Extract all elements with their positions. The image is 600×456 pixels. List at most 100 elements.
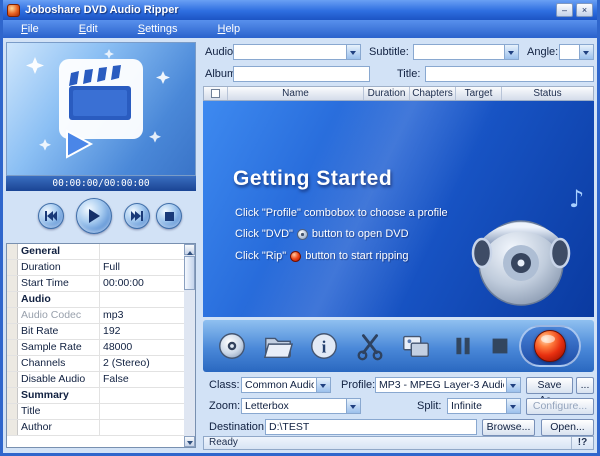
zoom-label: Zoom: [209,398,240,414]
open-button[interactable]: Open... [541,419,594,436]
destination-field[interactable] [265,419,477,435]
row-gutter [7,308,18,323]
title-field[interactable] [425,66,594,82]
stop-button[interactable] [483,329,517,363]
chevron-down-icon[interactable] [579,45,593,59]
chevron-down-icon[interactable] [316,378,330,392]
property-row-audio-codec[interactable]: Audio Codec mp3 [7,308,184,324]
status-help-badge[interactable]: !? [571,437,593,449]
class-combo[interactable]: Common Audio [241,377,331,393]
destination-label: Destination: [209,419,267,435]
title-bar[interactable]: Joboshare DVD Audio Ripper – × [3,0,597,20]
split-combo[interactable]: Infinite [447,398,521,414]
split-combo-value: Infinite [451,400,504,412]
column-header-target[interactable]: Target [456,87,502,100]
scroll-up-icon[interactable] [184,244,195,255]
row-gutter [7,340,18,355]
property-row-disable-audio[interactable]: Disable Audio False [7,372,184,388]
property-row-summary[interactable]: Summary [7,388,184,404]
row-gutter [7,260,18,275]
scrollbar-thumb[interactable] [184,256,195,290]
headphones-illustration: ♪ [455,181,589,309]
row-gutter [7,356,18,371]
column-header-name[interactable]: Name [228,87,364,100]
chevron-down-icon[interactable] [506,378,520,392]
window-title: Joboshare DVD Audio Ripper [25,4,179,16]
album-field[interactable] [233,66,370,82]
save-as-button[interactable]: Save As... [526,377,573,394]
property-value [100,404,184,419]
column-header-status[interactable]: Status [502,87,593,100]
angle-combo[interactable] [559,44,594,60]
menu-edit[interactable]: Edit [79,23,98,35]
audio-combo[interactable] [233,44,361,60]
play-icon [88,209,100,223]
more-button[interactable]: ... [576,377,594,394]
rip-button[interactable] [519,325,581,367]
chevron-down-icon[interactable] [346,399,360,413]
zoom-combo[interactable]: Letterbox [241,398,361,414]
status-bar: Ready !? [203,436,594,450]
property-label: Summary [18,388,100,403]
property-value [100,388,184,403]
open-dvd-button[interactable] [215,329,249,363]
properties-scrollbar[interactable] [184,244,195,447]
close-button[interactable]: × [576,3,593,17]
chevron-down-icon[interactable] [504,45,518,59]
scroll-down-icon[interactable] [184,436,195,447]
property-row-channels[interactable]: Channels 2 (Stereo) [7,356,184,372]
stop-playback-button[interactable] [156,203,182,229]
stop-icon [486,332,514,360]
status-text: Ready [209,437,238,449]
property-row-sample-rate[interactable]: Sample Rate 48000 [7,340,184,356]
chevron-down-icon[interactable] [346,45,360,59]
menu-settings[interactable]: Settings [138,23,178,35]
rip-mini-icon [290,251,301,262]
audio-label: Audio: [205,44,236,60]
effect-button[interactable] [399,329,433,363]
row-gutter [7,404,18,419]
property-label: Title [18,404,100,419]
play-button[interactable] [76,198,112,234]
profile-combo[interactable]: MP3 - MPEG Layer-3 Audio (*.mp3 [375,377,521,393]
property-row-start-time[interactable]: Start Time 00:00:00 [7,276,184,292]
pause-button[interactable] [446,329,480,363]
property-row-bit-rate[interactable]: Bit Rate 192 [7,324,184,340]
column-header-duration[interactable]: Duration [364,87,410,100]
chevron-down-icon[interactable] [506,399,520,413]
subtitle-combo[interactable] [413,44,519,60]
property-row-duration[interactable]: Duration Full [7,260,184,276]
row-gutter [7,276,18,291]
frames-icon [400,330,432,362]
property-value: 00:00:00 [100,276,184,291]
music-note-icon: ♪ [569,185,584,213]
browse-button[interactable]: Browse... [482,419,535,436]
property-label: Sample Rate [18,340,100,355]
open-file-button[interactable] [261,329,295,363]
menu-file[interactable]: File [21,23,39,35]
next-button[interactable] [124,203,150,229]
property-value [100,244,184,259]
configure-button[interactable]: Configure... [526,398,594,415]
select-all-checkbox[interactable] [211,89,220,98]
property-row-author[interactable]: Author [7,420,184,436]
previous-button[interactable] [38,203,64,229]
property-row-audio[interactable]: Audio [7,292,184,308]
playback-controls [6,193,196,239]
select-all-cell[interactable] [204,87,228,100]
menu-help[interactable]: Help [217,23,240,35]
main-toolbar: i [203,320,594,372]
dvd-mini-icon [297,229,308,240]
property-row-title[interactable]: Title [7,404,184,420]
column-header-chapters[interactable]: Chapters [410,87,456,100]
property-value [100,292,184,307]
property-value: 2 (Stereo) [100,356,184,371]
property-value: Full [100,260,184,275]
file-info-button[interactable]: i [307,329,341,363]
property-label: General [18,244,100,259]
class-combo-value: Common Audio [245,379,314,391]
minimize-button[interactable]: – [556,3,573,17]
row-gutter [7,388,18,403]
clip-button[interactable] [353,329,387,363]
property-row-general[interactable]: General [7,244,184,260]
